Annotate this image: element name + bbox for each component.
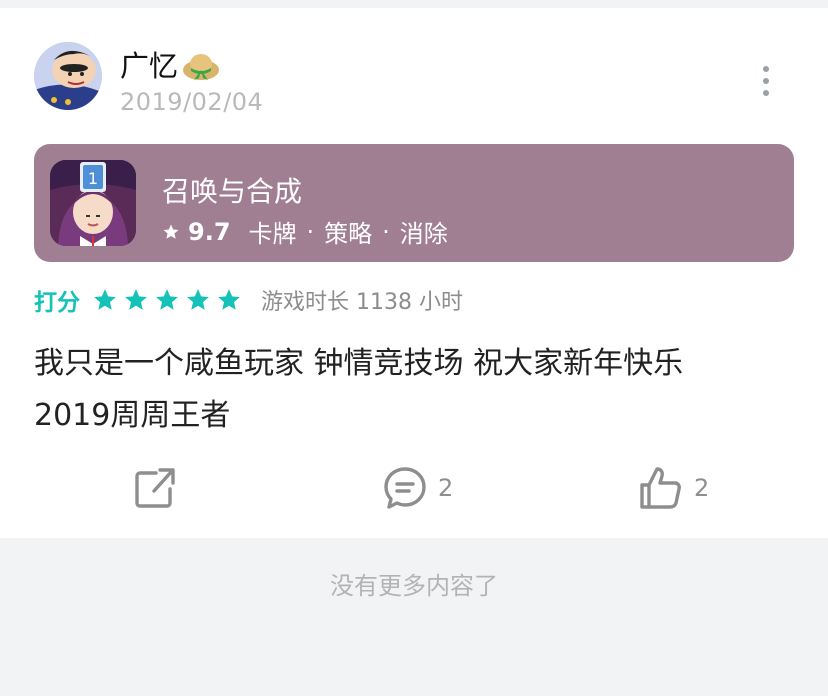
tag-separator: · xyxy=(306,217,315,246)
avatar-image xyxy=(34,42,102,110)
game-tag: 消除 xyxy=(399,220,448,248)
game-meta: 9.7 卡牌 · 策略 · 消除 xyxy=(162,214,448,249)
star-rating xyxy=(92,287,247,313)
star-icon xyxy=(163,224,179,239)
user-avatar[interactable] xyxy=(34,42,102,110)
action-bar: 2 2 xyxy=(0,458,828,518)
star-icon xyxy=(218,289,240,310)
rating-label: 打分 xyxy=(34,290,80,316)
thumbs-up-icon xyxy=(640,467,681,509)
no-more-content-label: 没有更多内容了 xyxy=(330,572,498,600)
more-options-icon[interactable] xyxy=(752,64,780,100)
game-tag: 策略 xyxy=(324,220,373,248)
game-title: 召唤与合成 xyxy=(162,175,303,208)
svg-text:1: 1 xyxy=(88,169,98,188)
share-icon xyxy=(135,468,175,508)
like-button[interactable]: 2 xyxy=(638,458,709,518)
game-icon: 1 xyxy=(50,160,136,246)
tag-separator: · xyxy=(382,217,390,246)
comment-button[interactable]: 2 xyxy=(382,458,453,518)
star-icon xyxy=(187,289,209,310)
review-text-line: 2019周周王者 xyxy=(34,398,231,433)
review-text: 我只是一个咸鱼玩家 钟情竞技场 祝大家新年快乐 2019周周王者 xyxy=(34,338,804,442)
star-icon xyxy=(94,289,116,310)
playtime: 游戏时长 1138 小时 xyxy=(261,290,463,315)
comment-icon xyxy=(384,467,426,509)
game-card[interactable]: 1 召唤与合成 9.7 卡牌 · 策略 · 消除 xyxy=(34,144,794,262)
game-rating: 9.7 xyxy=(188,217,231,246)
review-text-line: 我只是一个咸鱼玩家 钟情竞技场 祝大家新年快乐 xyxy=(34,346,684,381)
review-card: 广忆 2019/02/04 1 召唤与合成 9.7 卡牌 · 策略 · 消除 打… xyxy=(0,8,828,538)
hat-badge-icon xyxy=(183,54,219,80)
game-tag: 卡牌 xyxy=(248,220,297,248)
comment-count: 2 xyxy=(438,474,454,502)
top-strip xyxy=(0,0,828,8)
like-count: 2 xyxy=(694,474,710,502)
post-date: 2019/02/04 xyxy=(120,88,264,116)
rating-row: 打分 游戏时长 1138 小时 xyxy=(34,284,463,316)
star-icon xyxy=(125,289,147,310)
username[interactable]: 广忆 xyxy=(120,48,178,84)
share-button[interactable] xyxy=(132,458,178,518)
star-icon xyxy=(156,289,178,310)
